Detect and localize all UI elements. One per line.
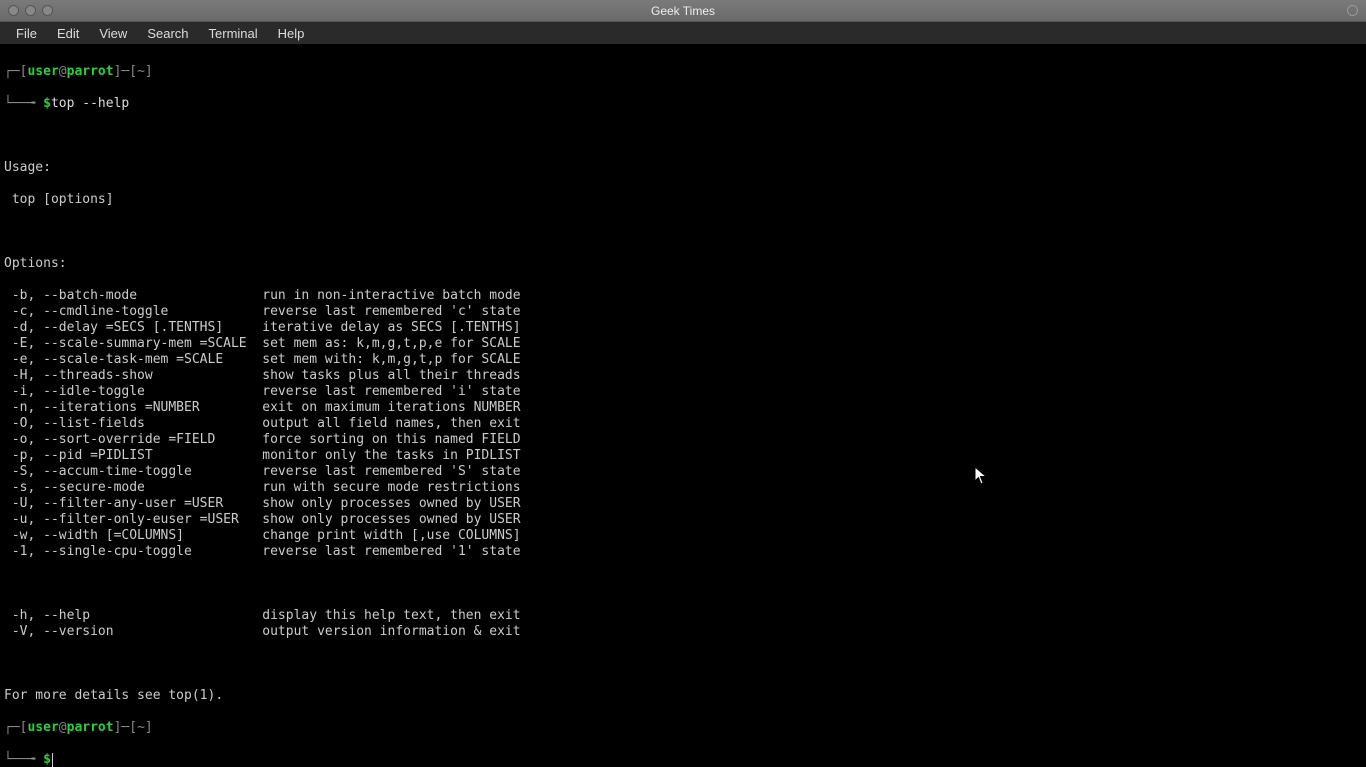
option-row: -h, --help display this help text, then … bbox=[4, 608, 1362, 624]
option-row: -n, --iterations =NUMBER exit on maximum… bbox=[4, 400, 1362, 416]
prompt-line-1: ┌─[user@parrot]─[~] bbox=[4, 64, 1362, 80]
prompt-at: @ bbox=[59, 64, 67, 79]
option-row: -H, --threads-show show tasks plus all t… bbox=[4, 368, 1362, 384]
option-row: -o, --sort-override =FIELD force sorting… bbox=[4, 432, 1362, 448]
blank-line bbox=[4, 224, 1362, 240]
option-row: -c, --cmdline-toggle reverse last rememb… bbox=[4, 304, 1362, 320]
blank-line bbox=[4, 128, 1362, 144]
prompt-host: parrot bbox=[67, 64, 114, 79]
option-row: -d, --delay =SECS [.TENTHS] iterative de… bbox=[4, 320, 1362, 336]
text-cursor bbox=[52, 753, 53, 767]
options-header: Options: bbox=[4, 256, 1362, 272]
prompt-line-3: ┌─[user@parrot]─[~] bbox=[4, 720, 1362, 736]
option-row: -S, --accum-time-toggle reverse last rem… bbox=[4, 464, 1362, 480]
window-titlebar: Geek Times bbox=[0, 0, 1366, 22]
menu-search[interactable]: Search bbox=[137, 24, 198, 43]
option-row: -p, --pid =PIDLIST monitor only the task… bbox=[4, 448, 1362, 464]
menu-view[interactable]: View bbox=[89, 24, 137, 43]
window-controls bbox=[0, 5, 53, 16]
option-row: -O, --list-fields output all field names… bbox=[4, 416, 1362, 432]
prompt-dollar: $ bbox=[43, 96, 51, 111]
option-row: -1, --single-cpu-toggle reverse last rem… bbox=[4, 544, 1362, 560]
close-window-button[interactable] bbox=[8, 5, 19, 16]
prompt-command: top --help bbox=[51, 96, 129, 111]
window-title: Geek Times bbox=[651, 4, 715, 18]
blank-line bbox=[4, 576, 1362, 592]
option-row: -V, --version output version information… bbox=[4, 624, 1362, 640]
options-list-2: -h, --help display this help text, then … bbox=[4, 608, 1362, 640]
menubar: File Edit View Search Terminal Help bbox=[0, 22, 1366, 44]
prompt-user: user bbox=[27, 64, 58, 79]
prompt-line-2: └──╼ $top --help bbox=[4, 96, 1362, 112]
menu-terminal[interactable]: Terminal bbox=[199, 24, 268, 43]
prompt-line-4: └──╼ $ bbox=[4, 752, 1362, 767]
option-row: -w, --width [=COLUMNS] change print widt… bbox=[4, 528, 1362, 544]
footer-line: For more details see top(1). bbox=[4, 688, 1362, 704]
option-row: -b, --batch-mode run in non-interactive … bbox=[4, 288, 1362, 304]
blank-line bbox=[4, 656, 1362, 672]
option-row: -s, --secure-mode run with secure mode r… bbox=[4, 480, 1362, 496]
option-row: -E, --scale-summary-mem =SCALE set mem a… bbox=[4, 336, 1362, 352]
usage-line: top [options] bbox=[4, 192, 1362, 208]
menu-edit[interactable]: Edit bbox=[47, 24, 89, 43]
prompt-path: ~ bbox=[137, 64, 145, 79]
minimize-window-button[interactable] bbox=[25, 5, 36, 16]
window-title-right-icon bbox=[1347, 5, 1358, 16]
menu-file[interactable]: File bbox=[6, 24, 47, 43]
usage-header: Usage: bbox=[4, 160, 1362, 176]
options-list: -b, --batch-mode run in non-interactive … bbox=[4, 288, 1362, 560]
option-row: -i, --idle-toggle reverse last remembere… bbox=[4, 384, 1362, 400]
option-row: -U, --filter-any-user =USER show only pr… bbox=[4, 496, 1362, 512]
menu-help[interactable]: Help bbox=[268, 24, 315, 43]
option-row: -u, --filter-only-euser =USER show only … bbox=[4, 512, 1362, 528]
maximize-window-button[interactable] bbox=[42, 5, 53, 16]
terminal-output[interactable]: ┌─[user@parrot]─[~] └──╼ $top --help Usa… bbox=[0, 44, 1366, 767]
option-row: -e, --scale-task-mem =SCALE set mem with… bbox=[4, 352, 1362, 368]
